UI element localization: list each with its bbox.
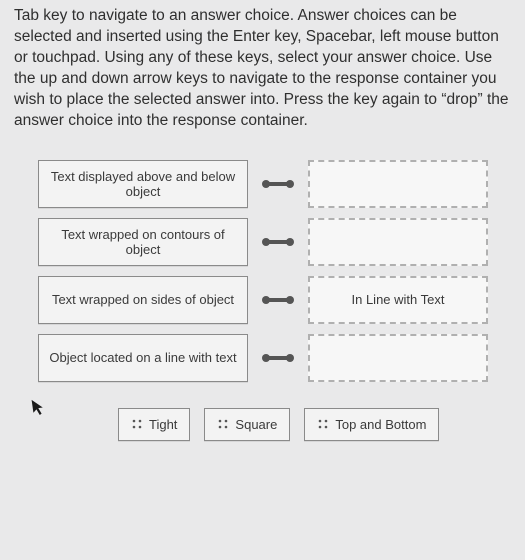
answer-choice-label: Top and Bottom: [335, 417, 426, 432]
connector-icon: [260, 293, 296, 307]
instructions-text: Tab key to navigate to an answer choice.…: [14, 6, 511, 132]
grip-icon: [131, 418, 143, 430]
grip-icon: [217, 418, 229, 430]
prompt-label: Object located on a line with text: [38, 334, 248, 382]
answer-choice-label: Square: [235, 417, 277, 432]
prompt-label: Text wrapped on contours of object: [38, 218, 248, 266]
match-row: Text displayed above and below object: [38, 160, 503, 208]
answer-choice[interactable]: Tight: [118, 408, 190, 441]
answer-choice-bank: Tight Square Top and Bot: [118, 408, 503, 441]
cursor-icon: [30, 397, 47, 422]
drop-target[interactable]: [308, 218, 488, 266]
drop-target[interactable]: [308, 334, 488, 382]
page: Tab key to navigate to an answer choice.…: [0, 0, 525, 455]
drop-target[interactable]: [308, 160, 488, 208]
answer-choice[interactable]: Top and Bottom: [304, 408, 439, 441]
answer-choice[interactable]: Square: [204, 408, 290, 441]
drop-target[interactable]: In Line with Text: [308, 276, 488, 324]
connector-icon: [260, 177, 296, 191]
connector-icon: [260, 351, 296, 365]
grip-icon: [317, 418, 329, 430]
matching-activity: Text displayed above and below object Te…: [38, 150, 503, 441]
answer-choice-label: Tight: [149, 417, 177, 432]
connector-icon: [260, 235, 296, 249]
prompt-label: Text displayed above and below object: [38, 160, 248, 208]
match-row: Object located on a line with text: [38, 334, 503, 382]
prompt-label: Text wrapped on sides of object: [38, 276, 248, 324]
match-row: Text wrapped on contours of object: [38, 218, 503, 266]
match-row: Text wrapped on sides of object In Line …: [38, 276, 503, 324]
